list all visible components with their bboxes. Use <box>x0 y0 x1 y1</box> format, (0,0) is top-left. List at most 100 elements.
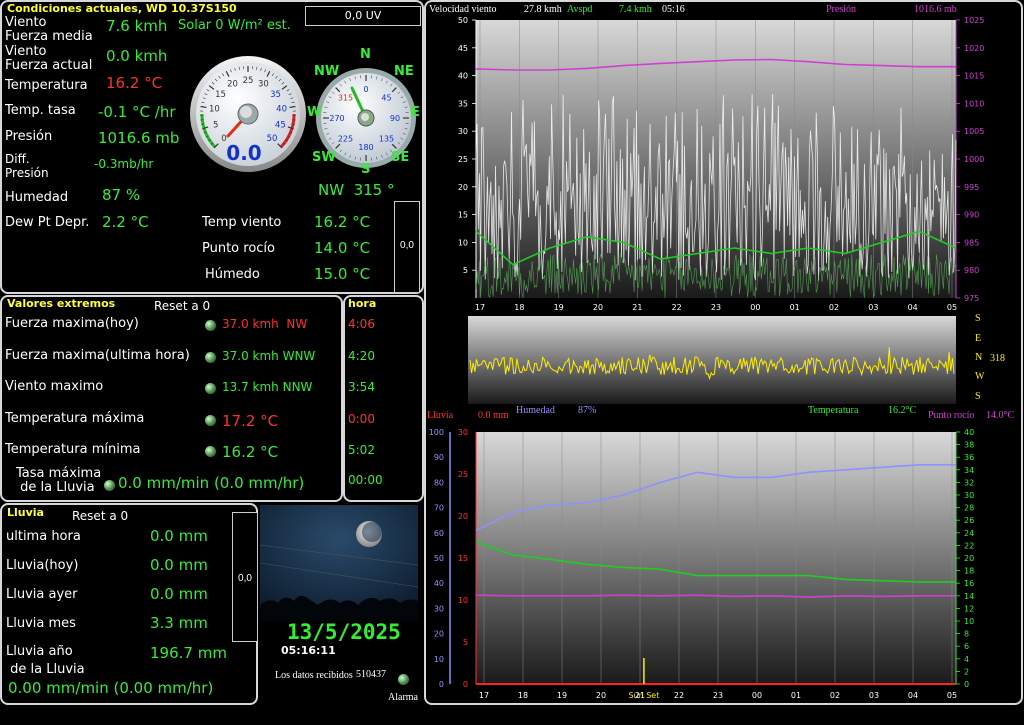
rain-today-value: 0.0 mm <box>150 556 208 574</box>
y2-tick-label: 18 <box>964 567 974 576</box>
compass-tick-label: 90 <box>390 114 400 123</box>
rain-panel: Lluvia Reset a 0 ultima hora 0.0 mm Lluv… <box>0 503 258 705</box>
rain-yesterday-label: Lluvia ayer <box>6 587 78 602</box>
humidity-temp-chart: 17 18 19 20 21 22 23 00 01 02 03 04 0501020304050607… <box>429 428 974 700</box>
compass-n: N <box>360 47 371 62</box>
x-tick-label: 00 <box>752 691 762 700</box>
y-tick-label: 40 <box>434 579 444 588</box>
dewpoint-graph-label: Punto rocío <box>928 410 975 421</box>
rain-month-value: 3.3 mm <box>150 614 208 632</box>
temp-rate-value: -0.1 °C /hr <box>98 103 176 121</box>
y2-tick-label: 975 <box>964 294 979 303</box>
x-tick-label: 03 <box>869 691 879 700</box>
humidity-plot-area <box>476 432 956 684</box>
gauge-tick-label: 5 <box>213 121 218 131</box>
y2-tick-label: 6 <box>964 642 969 651</box>
y-tick-label: 80 <box>434 478 444 487</box>
pressure-label: Presión <box>5 129 53 144</box>
y-tick-label: 90 <box>434 453 444 462</box>
rain-bar-box: 0,0 <box>232 512 258 642</box>
extreme-time: 00:00 <box>348 473 383 487</box>
compass-ne: NE <box>394 64 414 79</box>
compass-tick-label: 180 <box>358 143 373 152</box>
y2-tick-label: 12 <box>964 604 974 613</box>
y-tick-label: 70 <box>434 504 444 513</box>
x-tick-label: 00 <box>750 303 760 312</box>
x-tick-label: 18 <box>514 303 524 312</box>
y-tick-label: 30 <box>434 604 444 613</box>
rain-rate-value: 0.00 mm/min (0.00 mm/hr) <box>8 679 214 697</box>
extreme-indicator <box>205 383 216 394</box>
dewpoint-value: 14.0 °C <box>314 239 371 257</box>
x-tick-label: 21 <box>632 303 642 312</box>
extreme-label: Fuerza maxima(hoy) <box>5 316 139 331</box>
extreme-label: Tasa máxima de la Lluvia <box>16 466 102 495</box>
rain-tick-label: 25 <box>458 470 468 479</box>
y-tick-label: 50 <box>434 554 444 563</box>
x-tick-label: 19 <box>554 303 564 312</box>
uv-box: 0,0 UV <box>305 6 421 26</box>
rain-graph-value: 0.0 mm <box>478 410 509 421</box>
current-conditions-title: Condiciones actuales, WD 10.37S150 <box>7 2 237 15</box>
gauge-tick-label: 15 <box>215 90 226 100</box>
uv-bar-box: 0,0 <box>394 201 420 293</box>
extremes-panel: Valores extremos Reset a 0 Fuerza maxima… <box>0 295 343 502</box>
y-tick-label: 100 <box>429 428 444 437</box>
rain-title: Lluvia <box>7 506 44 519</box>
y-tick-label: 60 <box>434 529 444 538</box>
gauge-tick-label: 50 <box>267 134 278 144</box>
rain-tick-label: 5 <box>463 638 468 647</box>
compass-e: E <box>411 105 420 120</box>
compass-tick-label: 135 <box>379 135 394 144</box>
temp-graph-label: Temperatura <box>808 405 859 416</box>
gauge-tick-label: 25 <box>243 76 254 86</box>
alarm-indicator[interactable] <box>398 674 409 685</box>
extremes-reset-button[interactable]: Reset a 0 <box>154 299 210 313</box>
y2-tick-label: 38 <box>964 441 974 450</box>
time-display: 05:16:11 <box>281 644 336 657</box>
extreme-indicator <box>205 415 216 426</box>
y-tick-label: 20 <box>458 183 468 192</box>
alarm-label: Alarma <box>388 692 418 703</box>
x-tick-label: 04 <box>908 691 918 700</box>
temperature-value: 16.2 °C <box>106 74 163 92</box>
extreme-indicator <box>205 320 216 331</box>
x-tick-label: 19 <box>557 691 567 700</box>
humidity-value: 87 % <box>102 186 141 204</box>
y2-tick-label: 1015 <box>964 72 984 81</box>
extreme-value: 13.7 kmh NNW <box>222 380 313 394</box>
extreme-time: 4:20 <box>348 349 375 363</box>
x-tick-label: 20 <box>596 691 606 700</box>
gauge-tick-label: 35 <box>270 90 281 100</box>
y2-tick-label: 980 <box>964 266 979 275</box>
extremes-time-panel: hora 4:06 4:20 3:54 0:00 5:02 00:00 <box>343 295 424 502</box>
y2-tick-label: 0 <box>964 680 969 689</box>
rain-reset-button[interactable]: Reset a 0 <box>72 509 128 523</box>
wet-bulb-value: 15.0 °C <box>314 265 371 283</box>
compass-tick-label: 270 <box>329 114 344 123</box>
y2-tick-label: 1025 <box>964 16 984 25</box>
extremes-title: Valores extremos <box>7 297 116 310</box>
extreme-time: 4:06 <box>348 317 375 331</box>
y2-tick-label: 16 <box>964 579 974 588</box>
pressure-value: 1016.6 mb <box>98 129 180 147</box>
pressure-diff-value: -0.3mb/hr <box>94 157 154 171</box>
compass-nw: NW <box>314 64 340 79</box>
extreme-label: Viento maximo <box>5 379 104 394</box>
y2-tick-label: 40 <box>964 428 974 437</box>
rain-last-hour-value: 0.0 mm <box>150 527 208 545</box>
rain-tick-label: 0 <box>463 680 468 689</box>
y2-tick-label: 22 <box>964 541 974 550</box>
y-tick-label: 0 <box>439 680 444 689</box>
x-tick-label: 22 <box>672 303 682 312</box>
gauge-tick-label: 45 <box>275 121 286 131</box>
y2-tick-label: 10 <box>964 617 974 626</box>
wind-actual-value: 0.0 kmh <box>106 47 168 65</box>
temperature-label: Temperatura <box>5 78 88 93</box>
x-tick-label: 03 <box>868 303 878 312</box>
y-tick-label: 20 <box>434 630 444 639</box>
gauge-tick-label: 20 <box>227 80 238 90</box>
x-tick-label: 05 <box>947 303 957 312</box>
x-tick-label: 17 <box>479 691 489 700</box>
y2-tick-label: 1010 <box>964 99 984 108</box>
